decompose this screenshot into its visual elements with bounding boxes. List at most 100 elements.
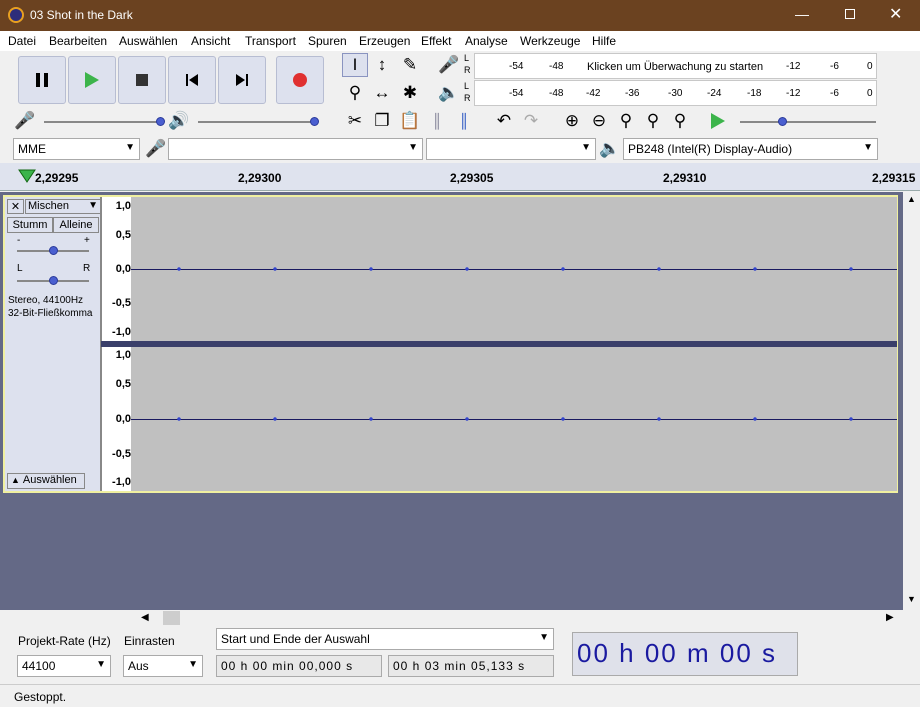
undo-icon[interactable]: ↶: [491, 109, 517, 133]
menu-datei[interactable]: Datei: [8, 34, 36, 48]
audio-host-value: MME: [18, 142, 46, 156]
record-volume-slider[interactable]: [44, 121, 162, 123]
play-meter[interactable]: -54 -48 -42 -36 -30 -24 -18 -12 -6 0: [474, 80, 877, 106]
zoom-out-icon[interactable]: ⊖: [586, 109, 612, 133]
record-meter-hint: Klicken um Überwachung zu starten: [587, 61, 764, 73]
play-at-speed-button[interactable]: [705, 109, 731, 133]
menu-hilfe[interactable]: Hilfe: [592, 34, 616, 48]
chevron-down-icon: ▼: [408, 142, 418, 153]
waveform-left-channel[interactable]: [131, 197, 897, 341]
play-button[interactable]: [68, 56, 116, 104]
mute-button[interactable]: Stumm: [7, 217, 53, 233]
track-select-button[interactable]: ▲ Auswählen: [7, 473, 85, 489]
snap-label: Einrasten: [124, 634, 175, 648]
timeline-ruler[interactable]: 2,29295 2,29300 2,29305 2,29310 2,29315: [0, 163, 920, 191]
selection-tool-icon[interactable]: I: [342, 53, 368, 77]
chevron-down-icon: ▼: [96, 659, 106, 670]
scroll-right-icon[interactable]: ▶: [886, 612, 894, 623]
scroll-left-icon[interactable]: ◀: [141, 612, 149, 623]
record-meter-l: L: [464, 53, 470, 63]
stop-button[interactable]: [118, 56, 166, 104]
sample-dots-right: [131, 417, 897, 421]
menu-effekt[interactable]: Effekt: [421, 34, 451, 48]
meter-tick: -6: [830, 61, 839, 72]
play-volume-slider[interactable]: [198, 121, 316, 123]
chevron-down-icon: ▼: [188, 659, 198, 670]
meter-tick: -36: [625, 88, 640, 99]
pause-button[interactable]: [18, 56, 66, 104]
menu-auswaehlen[interactable]: Auswählen: [119, 34, 178, 48]
zoom-toggle-icon[interactable]: ⚲: [667, 109, 693, 133]
play-speed-slider[interactable]: [740, 121, 876, 123]
fit-project-icon[interactable]: ⚲: [640, 109, 666, 133]
horizontal-scrollbar[interactable]: ◀ ▶: [0, 610, 920, 626]
envelope-tool-icon[interactable]: ↕: [369, 53, 395, 77]
playback-device-select[interactable]: PB248 (Intel(R) Display-Audio) ▼: [623, 138, 878, 160]
cut-icon[interactable]: ✂: [342, 109, 368, 133]
minimize-icon[interactable]: —: [795, 6, 813, 24]
project-rate-select[interactable]: 44100 ▼: [17, 655, 111, 677]
solo-button[interactable]: Alleine: [53, 217, 99, 233]
menu-bar: Datei Bearbeiten Auswählen Ansicht Trans…: [0, 31, 920, 51]
track-menu-button[interactable]: Mischen ▼: [25, 199, 101, 214]
trim-icon[interactable]: ∥: [424, 109, 450, 133]
vertical-ruler-right: 1,0 0,5 0,0 -0,5 -1,0: [101, 347, 131, 491]
record-meter[interactable]: -54 -48 Klicken um Überwachung zu starte…: [474, 53, 877, 79]
gain-minus-label: -: [17, 235, 21, 246]
menu-spuren[interactable]: Spuren: [308, 34, 347, 48]
close-icon[interactable]: ✕: [889, 4, 902, 24]
recording-device-select[interactable]: ▼: [168, 138, 423, 160]
silence-icon[interactable]: ∥: [451, 109, 477, 133]
pan-left-label: L: [17, 263, 23, 274]
project-rate-label: Projekt-Rate (Hz): [18, 634, 111, 648]
waveform-right-channel[interactable]: [131, 347, 897, 491]
track-rate-info: Stereo, 44100Hz: [8, 295, 84, 306]
record-button[interactable]: [276, 56, 324, 104]
fit-selection-icon[interactable]: ⚲: [613, 109, 639, 133]
play-icon: [85, 72, 99, 88]
selection-end-value: 00 h 03 min 05,133 s: [393, 659, 526, 673]
y-label: -1,0: [112, 476, 131, 488]
menu-analyse[interactable]: Analyse: [465, 34, 508, 48]
track-close-icon[interactable]: ✕: [7, 199, 24, 214]
skip-start-button[interactable]: [168, 56, 216, 104]
selection-mode-select[interactable]: Start und Ende der Auswahl ▼: [216, 628, 554, 650]
play-volume-knob[interactable]: [310, 117, 319, 126]
menu-werkzeuge[interactable]: Werkzeuge: [520, 34, 580, 48]
paste-icon[interactable]: 📋: [397, 109, 423, 133]
timeshift-tool-icon[interactable]: ↔: [369, 81, 395, 105]
copy-icon[interactable]: ❐: [369, 109, 395, 133]
y-label: 0,5: [115, 229, 131, 241]
pan-knob[interactable]: [49, 276, 58, 285]
scroll-up-icon[interactable]: ▲: [907, 194, 916, 204]
zoom-tool-icon[interactable]: ⚲: [342, 81, 368, 105]
vertical-scrollbar[interactable]: ▲ ▼: [903, 192, 920, 610]
zoom-in-icon[interactable]: ⊕: [559, 109, 585, 133]
scroll-down-icon[interactable]: ▼: [907, 594, 916, 604]
collapse-track-icon: ▲: [11, 475, 20, 485]
draw-tool-icon[interactable]: ✎: [397, 53, 423, 77]
multi-tool-icon[interactable]: ✱: [397, 81, 423, 105]
gain-knob[interactable]: [49, 246, 58, 255]
menu-transport[interactable]: Transport: [245, 34, 296, 48]
audio-host-select[interactable]: MME ▼: [13, 138, 140, 160]
meter-tick: -54: [509, 88, 524, 99]
audio-position-display[interactable]: 00 h 00 m 00 s: [572, 632, 798, 676]
recording-channels-select[interactable]: ▼: [426, 138, 596, 160]
redo-icon[interactable]: ↷: [518, 109, 544, 133]
scroll-thumb[interactable]: [163, 611, 180, 625]
selection-start-time[interactable]: 00 h 00 min 00,000 s: [216, 655, 382, 677]
meter-tick: -48: [549, 88, 564, 99]
maximize-icon[interactable]: [845, 9, 855, 19]
menu-ansicht[interactable]: Ansicht: [191, 34, 230, 48]
menu-erzeugen[interactable]: Erzeugen: [359, 34, 410, 48]
selection-end-time[interactable]: 00 h 03 min 05,133 s: [388, 655, 554, 677]
record-volume-knob[interactable]: [156, 117, 165, 126]
chevron-down-icon: ▼: [581, 142, 591, 153]
play-speed-knob[interactable]: [778, 117, 787, 126]
snap-select[interactable]: Aus ▼: [123, 655, 203, 677]
record-volume-mic-icon: 🎤: [14, 111, 36, 130]
skip-end-button[interactable]: [218, 56, 266, 104]
ruler-label: 2,29305: [450, 171, 494, 185]
menu-bearbeiten[interactable]: Bearbeiten: [49, 34, 107, 48]
